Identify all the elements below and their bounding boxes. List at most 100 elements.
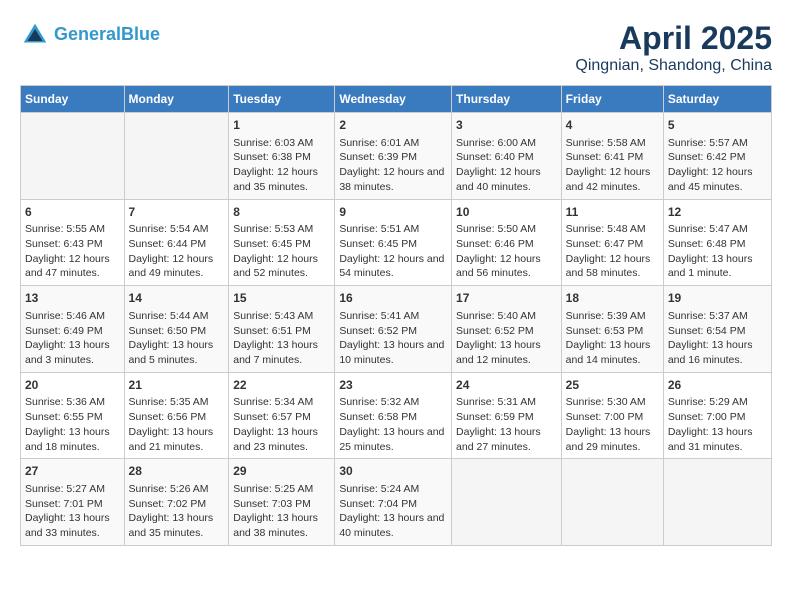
daylight-text: Daylight: 12 hours and 54 minutes. — [339, 253, 444, 280]
calendar-cell: 3 Sunrise: 6:00 AM Sunset: 6:40 PM Dayli… — [452, 113, 562, 200]
day-number: 6 — [25, 204, 120, 221]
title-block: April 2025 Qingnian, Shandong, China — [575, 20, 772, 75]
daylight-text: Daylight: 13 hours and 29 minutes. — [566, 426, 651, 453]
day-number: 7 — [129, 204, 225, 221]
sunrise-text: Sunrise: 5:30 AM — [566, 396, 646, 408]
sunrise-text: Sunrise: 5:29 AM — [668, 396, 748, 408]
day-number: 19 — [668, 290, 767, 307]
calendar-header-row: SundayMondayTuesdayWednesdayThursdayFrid… — [21, 86, 772, 113]
calendar-cell — [21, 113, 125, 200]
sunrise-text: Sunrise: 5:51 AM — [339, 223, 419, 235]
weekday-header: Monday — [124, 86, 229, 113]
sunset-text: Sunset: 6:46 PM — [456, 238, 534, 250]
daylight-text: Daylight: 13 hours and 40 minutes. — [339, 512, 444, 539]
sunset-text: Sunset: 6:54 PM — [668, 325, 746, 337]
day-number: 5 — [668, 117, 767, 134]
calendar-cell: 19 Sunrise: 5:37 AM Sunset: 6:54 PM Dayl… — [663, 286, 771, 373]
sunrise-text: Sunrise: 5:58 AM — [566, 137, 646, 149]
calendar-cell: 25 Sunrise: 5:30 AM Sunset: 7:00 PM Dayl… — [561, 372, 663, 459]
page-header: GeneralBlue April 2025 Qingnian, Shandon… — [20, 20, 772, 75]
calendar-cell: 27 Sunrise: 5:27 AM Sunset: 7:01 PM Dayl… — [21, 459, 125, 546]
calendar-cell: 5 Sunrise: 5:57 AM Sunset: 6:42 PM Dayli… — [663, 113, 771, 200]
day-number: 29 — [233, 463, 330, 480]
sunset-text: Sunset: 7:04 PM — [339, 498, 417, 510]
day-number: 24 — [456, 377, 557, 394]
sunset-text: Sunset: 6:56 PM — [129, 411, 207, 423]
sunset-text: Sunset: 6:58 PM — [339, 411, 417, 423]
sunrise-text: Sunrise: 5:46 AM — [25, 310, 105, 322]
sunset-text: Sunset: 6:52 PM — [339, 325, 417, 337]
sunset-text: Sunset: 6:47 PM — [566, 238, 644, 250]
calendar-cell: 4 Sunrise: 5:58 AM Sunset: 6:41 PM Dayli… — [561, 113, 663, 200]
sunset-text: Sunset: 6:49 PM — [25, 325, 103, 337]
daylight-text: Daylight: 12 hours and 49 minutes. — [129, 253, 214, 280]
sunrise-text: Sunrise: 5:26 AM — [129, 483, 209, 495]
day-number: 2 — [339, 117, 447, 134]
calendar-cell: 28 Sunrise: 5:26 AM Sunset: 7:02 PM Dayl… — [124, 459, 229, 546]
sunset-text: Sunset: 6:57 PM — [233, 411, 311, 423]
calendar-cell: 13 Sunrise: 5:46 AM Sunset: 6:49 PM Dayl… — [21, 286, 125, 373]
logo: GeneralBlue — [20, 20, 160, 50]
day-number: 20 — [25, 377, 120, 394]
sunset-text: Sunset: 6:51 PM — [233, 325, 311, 337]
daylight-text: Daylight: 13 hours and 31 minutes. — [668, 426, 753, 453]
sunset-text: Sunset: 6:40 PM — [456, 151, 534, 163]
sunset-text: Sunset: 6:50 PM — [129, 325, 207, 337]
day-number: 22 — [233, 377, 330, 394]
sunset-text: Sunset: 7:01 PM — [25, 498, 103, 510]
sunset-text: Sunset: 6:48 PM — [668, 238, 746, 250]
sunrise-text: Sunrise: 5:53 AM — [233, 223, 313, 235]
sunset-text: Sunset: 6:59 PM — [456, 411, 534, 423]
calendar-week-row: 6 Sunrise: 5:55 AM Sunset: 6:43 PM Dayli… — [21, 199, 772, 286]
calendar-week-row: 20 Sunrise: 5:36 AM Sunset: 6:55 PM Dayl… — [21, 372, 772, 459]
day-number: 4 — [566, 117, 659, 134]
weekday-header: Thursday — [452, 86, 562, 113]
sunrise-text: Sunrise: 6:01 AM — [339, 137, 419, 149]
day-number: 14 — [129, 290, 225, 307]
day-number: 26 — [668, 377, 767, 394]
daylight-text: Daylight: 12 hours and 52 minutes. — [233, 253, 318, 280]
daylight-text: Daylight: 13 hours and 5 minutes. — [129, 339, 214, 366]
sunset-text: Sunset: 6:38 PM — [233, 151, 311, 163]
day-number: 27 — [25, 463, 120, 480]
daylight-text: Daylight: 13 hours and 23 minutes. — [233, 426, 318, 453]
calendar-cell: 23 Sunrise: 5:32 AM Sunset: 6:58 PM Dayl… — [335, 372, 452, 459]
sunrise-text: Sunrise: 5:57 AM — [668, 137, 748, 149]
sunrise-text: Sunrise: 5:47 AM — [668, 223, 748, 235]
calendar-cell: 6 Sunrise: 5:55 AM Sunset: 6:43 PM Dayli… — [21, 199, 125, 286]
calendar-cell: 8 Sunrise: 5:53 AM Sunset: 6:45 PM Dayli… — [229, 199, 335, 286]
weekday-header: Sunday — [21, 86, 125, 113]
sunset-text: Sunset: 6:45 PM — [233, 238, 311, 250]
sunset-text: Sunset: 6:43 PM — [25, 238, 103, 250]
calendar-cell: 10 Sunrise: 5:50 AM Sunset: 6:46 PM Dayl… — [452, 199, 562, 286]
daylight-text: Daylight: 12 hours and 35 minutes. — [233, 166, 318, 193]
calendar-cell: 9 Sunrise: 5:51 AM Sunset: 6:45 PM Dayli… — [335, 199, 452, 286]
daylight-text: Daylight: 12 hours and 56 minutes. — [456, 253, 541, 280]
daylight-text: Daylight: 12 hours and 47 minutes. — [25, 253, 110, 280]
sunrise-text: Sunrise: 5:40 AM — [456, 310, 536, 322]
sunset-text: Sunset: 6:41 PM — [566, 151, 644, 163]
day-number: 8 — [233, 204, 330, 221]
calendar-cell: 2 Sunrise: 6:01 AM Sunset: 6:39 PM Dayli… — [335, 113, 452, 200]
daylight-text: Daylight: 13 hours and 25 minutes. — [339, 426, 444, 453]
sunset-text: Sunset: 6:53 PM — [566, 325, 644, 337]
page-subtitle: Qingnian, Shandong, China — [575, 57, 772, 75]
calendar-cell: 14 Sunrise: 5:44 AM Sunset: 6:50 PM Dayl… — [124, 286, 229, 373]
sunrise-text: Sunrise: 5:31 AM — [456, 396, 536, 408]
daylight-text: Daylight: 12 hours and 40 minutes. — [456, 166, 541, 193]
calendar-cell: 30 Sunrise: 5:24 AM Sunset: 7:04 PM Dayl… — [335, 459, 452, 546]
sunset-text: Sunset: 7:03 PM — [233, 498, 311, 510]
calendar-cell: 15 Sunrise: 5:43 AM Sunset: 6:51 PM Dayl… — [229, 286, 335, 373]
logo-icon — [20, 20, 50, 50]
day-number: 25 — [566, 377, 659, 394]
day-number: 17 — [456, 290, 557, 307]
sunset-text: Sunset: 6:52 PM — [456, 325, 534, 337]
daylight-text: Daylight: 13 hours and 3 minutes. — [25, 339, 110, 366]
sunrise-text: Sunrise: 5:25 AM — [233, 483, 313, 495]
sunrise-text: Sunrise: 5:43 AM — [233, 310, 313, 322]
sunrise-text: Sunrise: 6:00 AM — [456, 137, 536, 149]
sunrise-text: Sunrise: 5:55 AM — [25, 223, 105, 235]
sunrise-text: Sunrise: 5:37 AM — [668, 310, 748, 322]
daylight-text: Daylight: 12 hours and 38 minutes. — [339, 166, 444, 193]
logo-line1: General — [54, 24, 121, 44]
